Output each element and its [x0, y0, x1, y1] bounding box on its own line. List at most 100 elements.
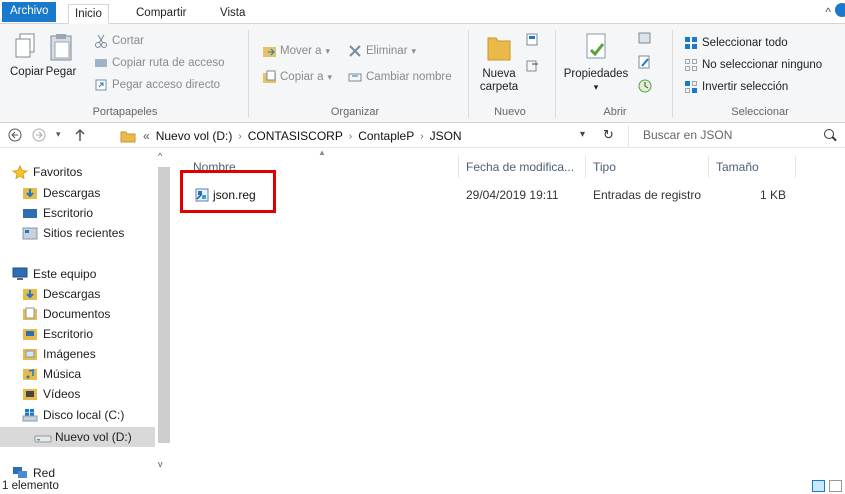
move-to-button[interactable]: Mover a ▾ — [262, 44, 330, 58]
column-header-size[interactable]: Tamaño — [716, 158, 759, 176]
music-icon — [22, 367, 38, 381]
nav-item-label: Disco local (C:) — [43, 408, 125, 422]
select-group-label: Seleccionar — [731, 106, 789, 118]
organize-group-label: Organizar — [330, 106, 380, 118]
column-separator[interactable] — [795, 156, 796, 178]
select-all-label: Seleccionar todo — [702, 37, 788, 49]
column-header-date[interactable]: Fecha de modifica... — [466, 158, 574, 176]
nav-pc-documents[interactable]: Documentos — [22, 304, 110, 324]
delete-dropdown-icon: ▾ — [411, 45, 417, 56]
back-icon[interactable] — [8, 128, 22, 145]
open-icon[interactable] — [636, 30, 654, 46]
properties-button[interactable]: Propiedades ▾ — [563, 30, 629, 94]
nav-item-label: Escritorio — [43, 206, 94, 220]
file-type-cell: Entradas de registro — [593, 188, 702, 202]
copy-path-button[interactable]: Copiar ruta de acceso — [94, 56, 225, 70]
paste-label: Pegar — [45, 66, 77, 78]
move-to-dropdown-icon: ▾ — [325, 45, 331, 56]
properties-dropdown-icon: ▾ — [593, 82, 599, 92]
new-folder-label-line2: carpeta — [479, 81, 519, 93]
paste-shortcut-button[interactable]: Pegar acceso directo — [94, 78, 220, 92]
scroll-up-icon[interactable]: ^ — [158, 151, 162, 161]
nav-pc-videos[interactable]: Vídeos — [22, 384, 80, 404]
scrollbar-thumb[interactable] — [158, 167, 170, 443]
tab-view[interactable]: Vista — [214, 4, 251, 24]
refresh-icon[interactable]: ↻ — [603, 127, 614, 143]
breadcrumb-separator-icon[interactable]: › — [349, 131, 352, 142]
select-none-label: No seleccionar ninguno — [702, 59, 823, 71]
select-all-button[interactable]: Seleccionar todo — [684, 36, 788, 50]
copy-button[interactable]: Copiar — [10, 32, 44, 79]
tab-share[interactable]: Compartir — [130, 4, 192, 24]
nav-fav-downloads[interactable]: Descargas — [22, 183, 100, 203]
column-header-type[interactable]: Tipo — [593, 158, 616, 176]
move-to-label: Mover a — [280, 45, 322, 57]
scroll-down-icon[interactable]: v — [158, 459, 163, 469]
nav-network[interactable]: Red — [12, 463, 55, 478]
select-none-icon — [684, 58, 698, 72]
history-icon[interactable] — [636, 78, 654, 94]
forward-icon[interactable] — [32, 128, 46, 145]
paste-button[interactable]: Pegar — [44, 32, 78, 79]
column-separator[interactable] — [585, 156, 586, 178]
copy-to-icon — [262, 70, 276, 84]
rename-button[interactable]: Cambiar nombre — [348, 70, 452, 84]
address-history-dropdown-icon[interactable]: ▾ — [580, 129, 585, 140]
copy-to-button[interactable]: Copiar a ▾ — [262, 70, 332, 84]
nav-item-label: Documentos — [43, 307, 111, 321]
up-icon[interactable] — [74, 128, 86, 145]
copy-path-label: Copiar ruta de acceso — [112, 57, 225, 69]
nav-favorites[interactable]: Favoritos — [11, 162, 82, 182]
nav-pc-desktop[interactable]: Escritorio — [22, 324, 93, 344]
rename-label: Cambiar nombre — [366, 71, 452, 83]
tab-home[interactable]: Inicio — [68, 4, 109, 24]
new-item-icon[interactable] — [524, 32, 542, 48]
breadcrumb-item[interactable]: Nuevo vol (D:) — [156, 129, 233, 143]
cut-button[interactable]: Cortar — [94, 34, 144, 48]
paste-shortcut-label: Pegar acceso directo — [112, 79, 221, 91]
large-icons-view-icon[interactable] — [829, 480, 842, 492]
breadcrumb-item[interactable]: ContapleP — [358, 129, 414, 143]
breadcrumb-separator-icon[interactable]: › — [420, 131, 423, 142]
invert-selection-button[interactable]: Invertir selección — [684, 80, 788, 94]
nav-this-pc-label: Este equipo — [33, 267, 97, 281]
nav-pc-pictures[interactable]: Imágenes — [22, 344, 96, 364]
nav-pc-local-disk-c[interactable]: Disco local (C:) — [22, 405, 124, 425]
details-view-icon[interactable] — [812, 480, 825, 492]
breadcrumb-item[interactable]: JSON — [430, 129, 462, 143]
nav-fav-recent[interactable]: Sitios recientes — [22, 223, 124, 243]
new-folder-button[interactable]: Nueva carpeta — [474, 30, 524, 94]
address-bar[interactable]: « Nuevo vol (D:) › CONTASISCORP › Contap… — [120, 125, 618, 147]
recent-locations-icon[interactable]: ▾ — [56, 129, 61, 140]
nav-this-pc[interactable]: Este equipo — [12, 264, 96, 284]
breadcrumb-item[interactable]: CONTASISCORP — [248, 129, 343, 143]
tab-file[interactable]: Archivo — [2, 2, 57, 22]
recent-places-icon — [22, 226, 38, 240]
nav-item-label: Nuevo vol (D:) — [55, 430, 132, 444]
invert-selection-label: Invertir selección — [702, 81, 789, 93]
ribbon-separator — [248, 30, 249, 118]
select-none-button[interactable]: No seleccionar ninguno — [684, 58, 822, 72]
nav-pc-downloads[interactable]: Descargas — [22, 284, 100, 304]
nav-fav-desktop[interactable]: Escritorio — [22, 203, 93, 223]
search-box[interactable]: Buscar en JSON — [628, 125, 840, 147]
nav-pane-scrollbar[interactable]: ^ v — [155, 149, 172, 478]
new-folder-icon — [487, 37, 511, 61]
column-separator[interactable] — [458, 156, 459, 178]
nav-pc-new-volume-d[interactable]: Nuevo vol (D:) — [0, 427, 155, 447]
column-separator[interactable] — [708, 156, 709, 178]
properties-icon — [586, 33, 606, 59]
edit-icon[interactable] — [636, 54, 654, 70]
search-icon[interactable] — [824, 129, 834, 139]
ribbon: Copiar Pegar Cortar Copiar ruta de acces… — [0, 23, 845, 123]
collapse-ribbon-icon[interactable]: ^ — [825, 5, 831, 19]
open-group-label: Abrir — [603, 106, 627, 118]
status-bar: 1 elemento — [0, 478, 845, 494]
breadcrumb-overflow[interactable]: « — [143, 129, 150, 143]
easy-access-icon[interactable] — [524, 58, 542, 74]
help-icon[interactable] — [835, 3, 845, 17]
delete-button[interactable]: Eliminar ▾ — [348, 44, 416, 58]
breadcrumb-separator-icon[interactable]: › — [238, 131, 241, 142]
nav-item-label: Descargas — [43, 287, 101, 301]
nav-pc-music[interactable]: Música — [22, 364, 81, 384]
